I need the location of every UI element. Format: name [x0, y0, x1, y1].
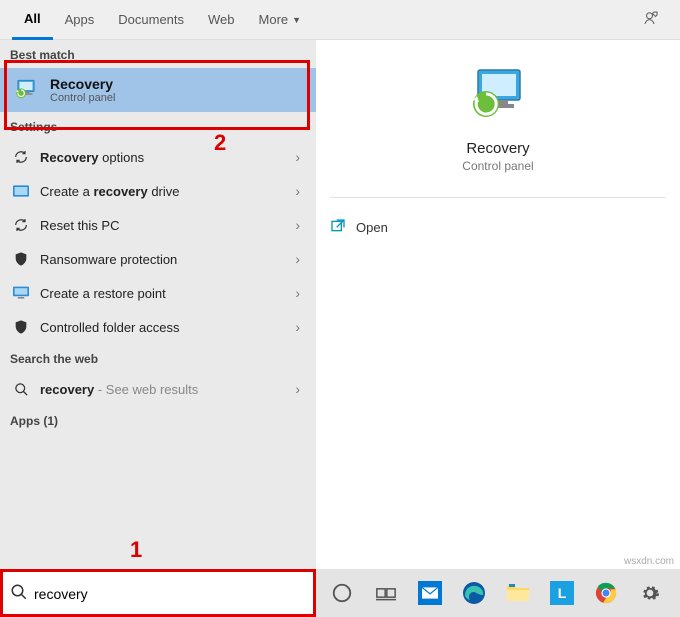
- sync-icon: [10, 149, 32, 165]
- feedback-icon[interactable]: [634, 9, 668, 30]
- settings-item-reset-pc[interactable]: Reset this PC ›: [0, 208, 316, 242]
- settings-item-recovery-drive[interactable]: Create a recovery drive ›: [0, 174, 316, 208]
- tab-apps[interactable]: Apps: [53, 0, 107, 40]
- chevron-right-icon: ›: [295, 183, 306, 199]
- tab-web[interactable]: Web: [196, 0, 247, 40]
- taskbar: L: [316, 569, 680, 617]
- tab-more[interactable]: More ▼: [247, 0, 314, 40]
- row-label: Controlled folder access: [40, 320, 295, 335]
- open-label: Open: [356, 220, 388, 235]
- chevron-right-icon: ›: [295, 381, 306, 397]
- row-label: recovery - See web results: [40, 382, 295, 397]
- settings-item-restore-point[interactable]: Create a restore point ›: [0, 276, 316, 310]
- search-icon: [10, 382, 32, 397]
- section-search-web: Search the web: [0, 344, 316, 372]
- watermark: wsxdn.com: [624, 556, 674, 567]
- monitor-icon: [10, 286, 32, 300]
- app-l-icon[interactable]: L: [544, 575, 580, 611]
- row-label: Ransomware protection: [40, 252, 295, 267]
- settings-item-folder-access[interactable]: Controlled folder access ›: [0, 310, 316, 344]
- best-match-text: Recovery Control panel: [50, 76, 115, 104]
- search-results-main: Best match Recovery Control panel Settin…: [0, 40, 680, 570]
- open-icon: [330, 218, 346, 237]
- sync-icon: [10, 217, 32, 233]
- chevron-right-icon: ›: [295, 319, 306, 335]
- search-bar[interactable]: [0, 569, 316, 617]
- section-apps-count: Apps (1): [0, 406, 316, 434]
- chevron-right-icon: ›: [295, 149, 306, 165]
- search-filter-tabs: All Apps Documents Web More ▼: [0, 0, 680, 40]
- recovery-icon: [12, 76, 40, 104]
- explorer-icon[interactable]: [500, 575, 536, 611]
- task-view-icon[interactable]: [368, 575, 404, 611]
- chevron-right-icon: ›: [295, 285, 306, 301]
- edge-icon[interactable]: [456, 575, 492, 611]
- row-label: Create a recovery drive: [40, 184, 295, 199]
- preview-right-pane: Recovery Control panel Open: [316, 40, 680, 570]
- row-label: Reset this PC: [40, 218, 295, 233]
- best-match-title: Recovery: [50, 76, 115, 92]
- chrome-icon[interactable]: [588, 575, 624, 611]
- row-label: Recovery options: [40, 150, 295, 165]
- mail-icon[interactable]: [412, 575, 448, 611]
- section-best-match: Best match: [0, 40, 316, 68]
- shield-icon: [10, 319, 32, 335]
- drive-icon: [10, 185, 32, 197]
- settings-icon[interactable]: [632, 575, 668, 611]
- row-label: Create a restore point: [40, 286, 295, 301]
- tab-documents[interactable]: Documents: [106, 0, 196, 40]
- chevron-down-icon: ▼: [292, 15, 301, 25]
- best-match-item[interactable]: Recovery Control panel: [0, 68, 316, 112]
- cortana-icon[interactable]: [324, 575, 360, 611]
- settings-item-ransomware[interactable]: Ransomware protection ›: [0, 242, 316, 276]
- tab-all[interactable]: All: [12, 0, 53, 40]
- recovery-large-icon: [466, 64, 530, 128]
- web-result-row[interactable]: recovery - See web results ›: [0, 372, 316, 406]
- preview-subtitle: Control panel: [316, 159, 680, 173]
- annotation-number-2: 2: [214, 130, 226, 156]
- section-settings: Settings: [0, 112, 316, 140]
- results-left-pane: Best match Recovery Control panel Settin…: [0, 40, 316, 570]
- preview-title: Recovery: [316, 140, 680, 157]
- search-input[interactable]: [34, 586, 306, 602]
- chevron-right-icon: ›: [295, 251, 306, 267]
- shield-icon: [10, 251, 32, 267]
- chevron-right-icon: ›: [295, 217, 306, 233]
- annotation-number-1: 1: [130, 537, 142, 563]
- open-action[interactable]: Open: [330, 212, 666, 243]
- best-match-subtitle: Control panel: [50, 92, 115, 104]
- tab-more-label: More: [259, 12, 289, 27]
- settings-item-recovery-options[interactable]: Recovery options ›: [0, 140, 316, 174]
- search-icon: [10, 583, 28, 604]
